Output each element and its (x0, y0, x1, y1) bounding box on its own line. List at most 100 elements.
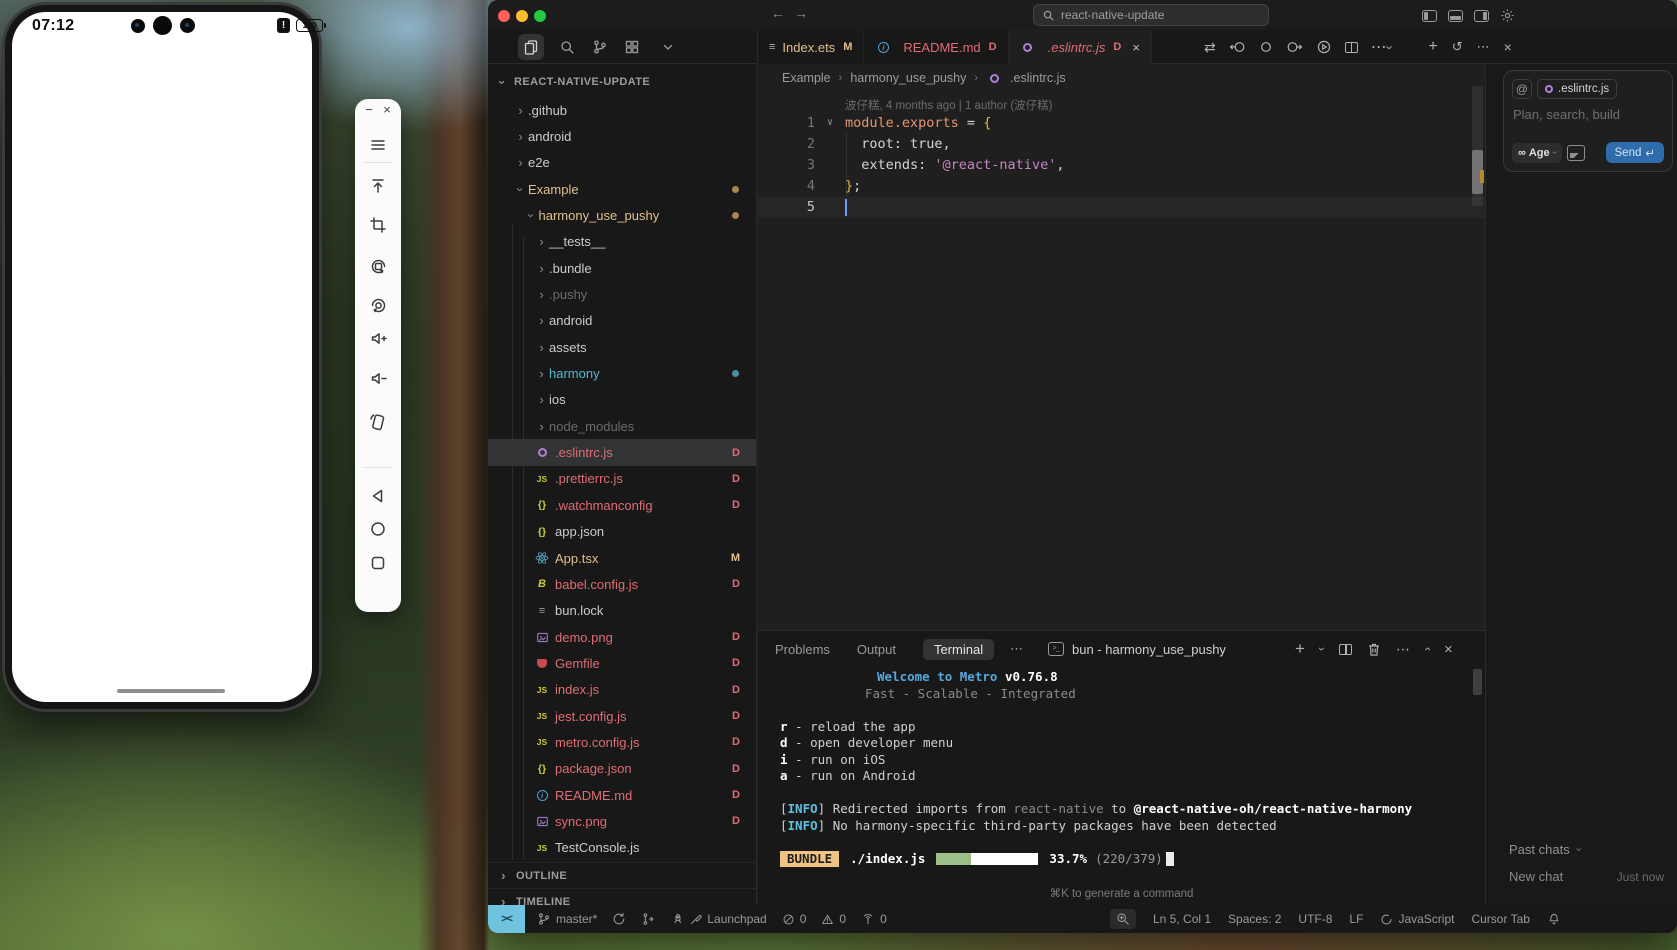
remote-indicator[interactable]: >< (488, 905, 525, 933)
terminal-scrollbar[interactable] (1473, 669, 1482, 695)
launchpad-item[interactable]: Launchpad (670, 912, 766, 926)
breadcrumb-item[interactable]: harmony_use_pushy (850, 71, 966, 85)
language-mode-item[interactable]: JavaScript (1380, 912, 1454, 926)
tab-terminal[interactable]: Terminal (923, 639, 994, 660)
agent-mode-selector[interactable]: ∞ Age › (1512, 143, 1562, 163)
file-row[interactable]: GemfileD (488, 650, 756, 676)
explorer-activity-icon[interactable] (518, 34, 544, 60)
folder-row[interactable]: ›android (488, 123, 756, 149)
phone-screen[interactable]: 07:12 ! 100 (12, 12, 312, 702)
folder-row[interactable]: ›node_modules (488, 413, 756, 439)
folder-row[interactable]: ›harmony (488, 360, 756, 386)
back-button-icon[interactable] (367, 485, 389, 507)
circle-icon[interactable] (1259, 39, 1273, 55)
close-chat-panel-icon[interactable]: × (1504, 39, 1512, 55)
source-control-activity-icon[interactable] (587, 34, 613, 60)
file-row[interactable]: JSmetro.config.jsD (488, 729, 756, 755)
rotate-device-icon[interactable] (367, 411, 389, 433)
panel-more-icon[interactable]: ⋯ (1010, 641, 1023, 657)
toggle-panel-icon[interactable] (1448, 10, 1463, 22)
maximize-panel-icon[interactable]: › (1421, 647, 1433, 651)
folder-row[interactable]: ›.pushy (488, 281, 756, 307)
folder-row[interactable]: ›.bundle (488, 255, 756, 281)
zoom-window-button[interactable] (534, 10, 546, 22)
nav-forward-circle-icon[interactable] (1286, 39, 1303, 55)
terminal-instance[interactable]: >_ bun - harmony_use_pushy (1048, 642, 1226, 657)
file-row[interactable]: Bbabel.config.jsD (488, 571, 756, 597)
timeline-section[interactable]: › TIMELINE (488, 888, 756, 905)
volume-down-icon[interactable] (367, 367, 389, 389)
volume-up-icon[interactable] (367, 327, 389, 349)
folder-row[interactable]: ›__tests__ (488, 229, 756, 255)
file-row[interactable]: JSTestConsole.js (488, 835, 756, 861)
file-row[interactable]: {}app.json (488, 519, 756, 545)
folder-row[interactable]: ›ios (488, 387, 756, 413)
chat-input-box[interactable]: @ .eslintrc.js Plan, search, build ∞ Age… (1503, 70, 1673, 172)
command-center-search[interactable]: react-native-update (1033, 4, 1269, 26)
file-row[interactable]: iREADME.mdD (488, 782, 756, 808)
history-forward-button[interactable]: → (791, 5, 811, 21)
history-back-button[interactable]: ← (768, 5, 788, 21)
settings-gear-icon[interactable] (1500, 8, 1515, 23)
code-editor[interactable]: Example › harmony_use_pushy › .eslintrc.… (758, 64, 1485, 630)
encoding-item[interactable]: UTF-8 (1298, 912, 1332, 926)
chat-history-icon[interactable]: ↺ (1452, 39, 1463, 55)
rotate-screen-right-icon[interactable] (367, 294, 389, 316)
cursor-tab-item[interactable]: Cursor Tab (1471, 912, 1529, 926)
notifications-bell-icon[interactable] (1547, 912, 1561, 926)
compare-changes-icon[interactable]: ⇄ (1204, 39, 1216, 56)
ports-item[interactable]: 0 (861, 912, 887, 926)
close-panel-icon[interactable]: × (1444, 641, 1453, 658)
kill-terminal-trash-icon[interactable] (1367, 642, 1381, 657)
new-terminal-icon[interactable]: + (1295, 639, 1305, 659)
run-icon[interactable] (1316, 39, 1332, 55)
file-row[interactable]: {}.watchmanconfigD (488, 492, 756, 518)
nav-back-circle-icon[interactable] (1229, 39, 1246, 55)
recents-button-icon[interactable] (367, 552, 389, 574)
split-editor-icon[interactable] (1345, 42, 1358, 53)
tab-index-ets[interactable]: ≡ Index.ets M (758, 30, 864, 64)
tab-readme-md[interactable]: i README.md D (864, 30, 1008, 64)
zoom-item[interactable] (1110, 909, 1136, 929)
problems-errors-item[interactable]: 0 (782, 912, 807, 926)
cursor-position-item[interactable]: Ln 5, Col 1 (1153, 912, 1211, 926)
file-row[interactable]: .eslintrc.jsD (488, 439, 756, 465)
tab-output[interactable]: Output (857, 642, 896, 657)
send-button[interactable]: Send ↵ (1606, 142, 1665, 163)
folder-row[interactable]: ›Example (488, 176, 756, 202)
rotate-screen-left-icon[interactable] (367, 255, 389, 277)
file-row[interactable]: sync.pngD (488, 808, 756, 834)
close-tab-icon[interactable]: × (1132, 40, 1140, 55)
install-upload-icon[interactable] (367, 175, 389, 197)
screenshot-crop-icon[interactable] (367, 214, 389, 236)
chat-tab-dropdown-icon[interactable]: › (1384, 45, 1397, 49)
file-row[interactable]: {}package.jsonD (488, 756, 756, 782)
explorer-root[interactable]: › REACT-NATIVE-UPDATE (488, 70, 650, 94)
sync-changes-item[interactable] (612, 912, 626, 926)
past-chats-toggle[interactable]: Past chats › (1509, 842, 1579, 857)
toolbar-minimize-button[interactable]: − (360, 101, 378, 119)
eol-item[interactable]: LF (1349, 912, 1363, 926)
problems-warnings-item[interactable]: 0 (821, 912, 846, 926)
folder-row[interactable]: ›e2e (488, 150, 756, 176)
add-context-button[interactable]: @ (1512, 79, 1532, 99)
file-row[interactable]: ≡bun.lock (488, 598, 756, 624)
file-row[interactable]: JSindex.jsD (488, 677, 756, 703)
menu-icon[interactable] (367, 134, 389, 156)
search-activity-icon[interactable] (554, 34, 580, 60)
breadcrumb-item[interactable]: .eslintrc.js (1010, 71, 1066, 85)
extensions-activity-icon[interactable] (619, 34, 645, 60)
chevron-down-icon[interactable] (655, 34, 681, 60)
panel-more-icon[interactable]: ⋯ (1396, 641, 1410, 658)
context-file-chip[interactable]: .eslintrc.js (1537, 79, 1617, 99)
indentation-item[interactable]: Spaces: 2 (1228, 912, 1281, 926)
chat-history-item[interactable]: New chat Just now (1509, 869, 1664, 884)
git-actions-item[interactable] (641, 912, 655, 926)
breadcrumb-item[interactable]: Example (782, 71, 831, 85)
file-row[interactable]: JSjest.config.jsD (488, 703, 756, 729)
split-terminal-icon[interactable] (1339, 644, 1352, 655)
folder-row[interactable]: ›android (488, 308, 756, 334)
terminal-output[interactable]: Welcome to Metro v0.76.8Fast - Scalable … (780, 669, 1475, 867)
minimize-window-button[interactable] (516, 10, 528, 22)
tab-eslintrc-js[interactable]: .eslintrc.js D × (1009, 30, 1152, 64)
